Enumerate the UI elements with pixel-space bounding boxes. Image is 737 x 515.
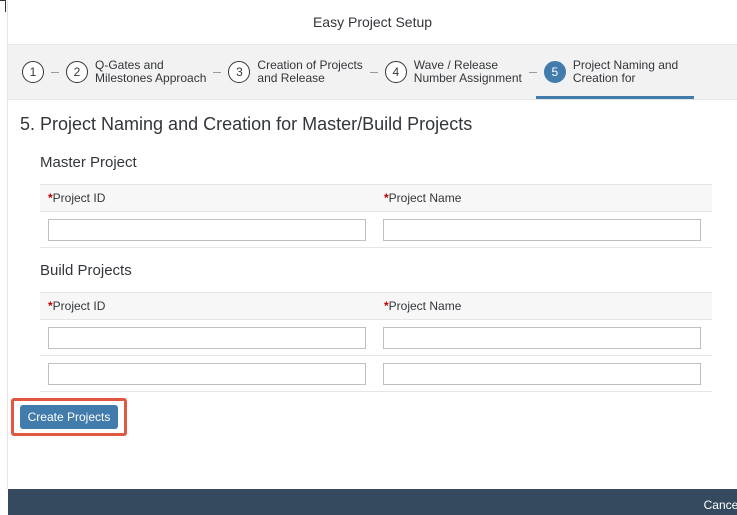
build-projects-heading: Build Projects <box>40 262 132 279</box>
wizard-step-4[interactable]: 4 Wave / Release Number Assignment <box>384 45 522 99</box>
table-cell <box>376 218 712 241</box>
background-window-edge <box>0 0 8 489</box>
build-project-name-input-2[interactable] <box>383 362 701 385</box>
build-project-id-input-2[interactable] <box>48 362 366 385</box>
step-label-3: Creation of Projects and Release <box>257 58 363 85</box>
master-project-heading: Master Project <box>40 154 137 171</box>
step-separator <box>213 71 222 73</box>
page-title: 5. Project Naming and Creation for Maste… <box>20 114 473 134</box>
create-projects-button[interactable]: Create Projects <box>20 405 118 429</box>
step-content: 5. Project Naming and Creation for Maste… <box>8 100 737 392</box>
window-corner <box>0 0 6 12</box>
table-cell <box>40 218 376 241</box>
step-number-2: 2 <box>66 61 88 83</box>
step-label-5: Project Naming and Creation for <box>572 58 679 85</box>
column-label: Project Name <box>388 299 462 313</box>
column-label: Project ID <box>52 191 106 205</box>
table-row <box>40 356 712 392</box>
table-cell <box>40 326 376 349</box>
table-row <box>40 320 712 356</box>
step-number-4: 4 <box>384 61 407 83</box>
wizard-step-1[interactable]: 1 <box>22 45 44 99</box>
build-project-name-input-1[interactable] <box>383 326 701 349</box>
cancel-button[interactable]: Cancel <box>704 498 737 512</box>
table-cell <box>376 362 712 385</box>
column-header-project-name: *Project Name <box>376 191 712 205</box>
table-row <box>40 212 712 248</box>
table-header: *Project ID *Project Name <box>40 292 712 320</box>
wizard-step-2[interactable]: 2 Q-Gates and Milestones Approach <box>66 45 206 99</box>
step-separator <box>51 71 59 73</box>
step-separator <box>528 71 537 73</box>
column-header-project-id: *Project ID <box>40 299 376 313</box>
column-label: Project ID <box>52 299 106 313</box>
step-label-4: Wave / Release Number Assignment <box>413 58 522 85</box>
build-project-id-input-1[interactable] <box>48 326 366 349</box>
create-projects-highlight: Create Projects <box>11 398 127 436</box>
step-label-2: Q-Gates and Milestones Approach <box>95 58 207 85</box>
step-separator <box>369 71 378 73</box>
table-cell <box>376 326 712 349</box>
table-header: *Project ID *Project Name <box>40 184 712 212</box>
column-label: Project Name <box>388 191 462 205</box>
dialog-footer: Cancel <box>8 489 737 515</box>
master-project-name-input[interactable] <box>383 218 701 241</box>
column-header-project-name: *Project Name <box>376 299 712 313</box>
master-project-table: *Project ID *Project Name <box>40 184 712 248</box>
table-cell <box>40 362 376 385</box>
wizard-progress: 1 2 Q-Gates and Milestones Approach 3 Cr… <box>8 44 737 100</box>
step-number-1: 1 <box>22 61 44 83</box>
dialog-title: Easy Project Setup <box>312 14 433 30</box>
easy-project-setup-dialog: Easy Project Setup 1 2 Q-Gates and Miles… <box>8 0 737 515</box>
master-project-id-input[interactable] <box>48 218 366 241</box>
wizard-step-3[interactable]: 3 Creation of Projects and Release <box>228 45 363 99</box>
step-number-3: 3 <box>228 61 251 83</box>
step-number-5: 5 <box>543 61 566 83</box>
build-projects-table: *Project ID *Project Name <box>40 292 712 392</box>
column-header-project-id: *Project ID <box>40 191 376 205</box>
wizard-step-5-active[interactable]: 5 Project Naming and Creation for <box>535 45 695 99</box>
